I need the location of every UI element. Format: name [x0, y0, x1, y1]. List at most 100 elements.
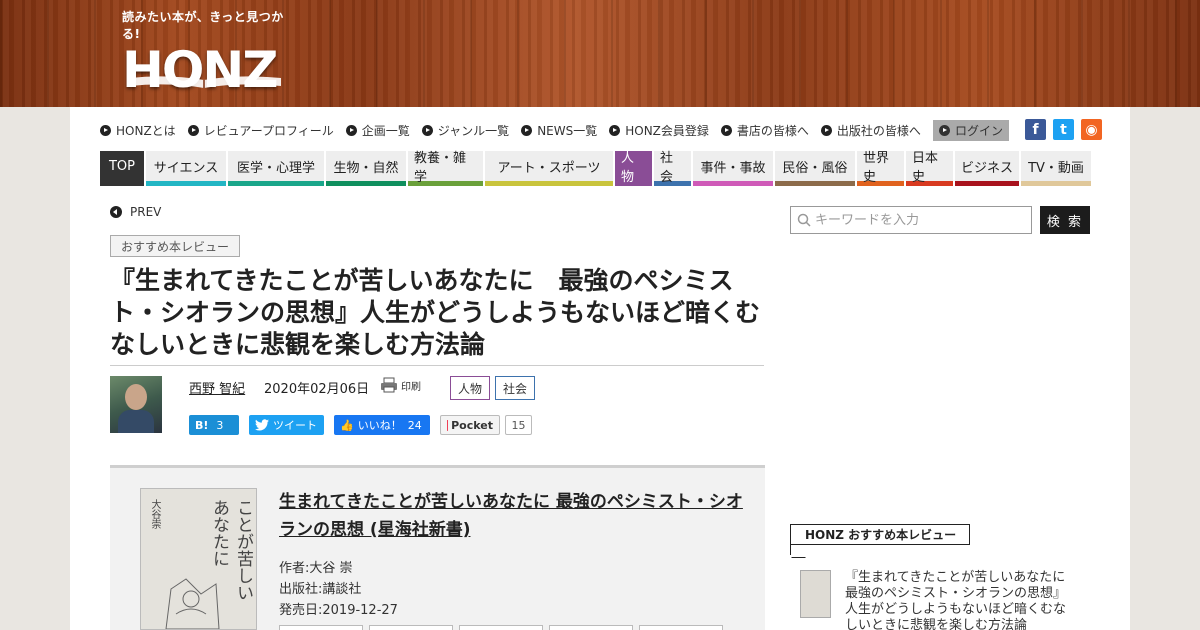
chevron-right-icon [720, 124, 732, 136]
top-navigation: HONZとは レビュアープロフィール 企画一覧 ジャンル一覧 NEWS一覧 HONZ会員登… [100, 119, 1009, 141]
store-button[interactable] [639, 625, 723, 630]
chevron-right-icon [609, 124, 621, 136]
hatena-count: 3 [216, 418, 224, 432]
topnav-item-label: HONZ会員登録 [625, 123, 709, 138]
heading-tail [790, 545, 791, 555]
category-navigation: TOP サイエンス 医学・心理学 生物・自然 教養・雑学 アート・スポーツ 人物 社会 事件・事… [100, 151, 1091, 186]
social-links: f t ◉ [1025, 119, 1102, 140]
topnav-item[interactable]: NEWS一覧 [521, 122, 597, 139]
recommend-thumbnail[interactable] [800, 570, 831, 618]
like-count: 24 [407, 418, 422, 432]
login-button[interactable]: ログイン [932, 119, 1009, 141]
book-title-link[interactable]: 生まれてきたことが苦しいあなたに 最強のペシミスト・シオランの思想 (星海社新書… [279, 488, 749, 544]
prev-label: PREV [130, 205, 162, 219]
category-tab[interactable]: ビジネス [955, 151, 1019, 186]
hatena-bookmark-button[interactable]: B! 3 [189, 415, 239, 435]
pocket-icon [447, 419, 449, 431]
print-button[interactable]: 印刷 [380, 377, 421, 393]
cover-illustration [165, 578, 220, 629]
book-cover[interactable]: 大谷崇 生まれてきたことが苦しいあなたに [140, 488, 257, 630]
topnav-item-label: 企画一覧 [361, 123, 410, 138]
category-tab[interactable]: TOP [100, 151, 144, 186]
chevron-right-icon [938, 124, 950, 136]
article-title: 『生まれてきたことが苦しいあなたに 最強のペシミスト・シオランの思想』人生がどう… [110, 266, 761, 359]
pocket-button[interactable]: Pocket [440, 415, 500, 435]
honz-logo[interactable]: 読みたい本が、きっと見つかる! HONZ [122, 8, 292, 100]
rss-icon[interactable]: ◉ [1081, 119, 1102, 140]
book-meta: 作者:大谷 崇 出版社:講談社 発売日:2019-12-27 [279, 558, 398, 621]
category-tab[interactable]: TV・動画 [1021, 151, 1091, 186]
cover-author: 大谷崇 [149, 499, 160, 529]
like-label: いいね！ [357, 419, 402, 432]
chevron-left-icon [110, 206, 122, 218]
author-name[interactable]: 西野 智紀 [189, 378, 245, 397]
topnav-item-label: 書店の皆様へ [736, 123, 809, 138]
topnav-item-label: HONZとは [116, 123, 176, 138]
pocket-label: Pocket [451, 418, 493, 432]
category-tab[interactable]: 生物・自然 [326, 151, 406, 186]
print-label: 印刷 [401, 381, 421, 393]
topnav-item[interactable]: 出版社の皆様へ [820, 122, 921, 139]
review-badge[interactable]: おすすめ本レビュー [110, 235, 240, 257]
facebook-icon[interactable]: f [1025, 119, 1046, 140]
category-tab[interactable]: 教養・雑学 [408, 151, 483, 186]
chevron-right-icon [345, 124, 357, 136]
tag-jinbutsu[interactable]: 人物 [450, 376, 490, 400]
search-box [790, 206, 1032, 234]
book-publisher: 出版社:講談社 [279, 582, 362, 597]
login-label: ログイン [954, 123, 1003, 138]
topnav-item[interactable]: 書店の皆様へ [720, 122, 809, 139]
category-tab[interactable]: 民俗・風俗 [775, 151, 855, 186]
chevron-right-icon [421, 124, 433, 136]
topnav-item[interactable]: HONZとは [100, 122, 176, 139]
category-tab[interactable]: 事件・事故 [693, 151, 773, 186]
recommend-item-link[interactable]: 『生まれてきたことが苦しいあなたに 最強のペシミスト・シオランの思想』人生がどう… [845, 570, 1078, 630]
category-tab[interactable]: サイエンス [146, 151, 226, 186]
topnav-item[interactable]: HONZ会員登録 [609, 122, 709, 139]
author-avatar[interactable] [110, 376, 162, 433]
recommend-heading: HONZ おすすめ本レビュー [790, 524, 970, 545]
category-tab[interactable]: 日本史 [906, 151, 953, 186]
prev-link[interactable]: PREV [110, 205, 161, 219]
store-button[interactable] [549, 625, 633, 630]
topnav-item-label: ジャンル一覧 [437, 123, 510, 138]
topnav-item[interactable]: ジャンル一覧 [421, 122, 510, 139]
topnav-item-label: NEWS一覧 [537, 123, 598, 138]
publish-date: 2020年02月06日 [264, 382, 370, 397]
printer-icon [381, 377, 397, 393]
facebook-like-button[interactable]: 👍 いいね！ 24 [334, 415, 430, 435]
search-input[interactable] [815, 212, 1015, 228]
category-tab[interactable]: 世界史 [857, 151, 904, 186]
chevron-right-icon [100, 124, 111, 136]
topnav-item-label: 出版社の皆様へ [836, 123, 921, 138]
tweet-label: ツイート [273, 419, 317, 432]
category-tab[interactable]: 人物 [615, 151, 652, 186]
category-tab[interactable]: アート・スポーツ [485, 151, 613, 186]
site-header: 読みたい本が、きっと見つかる! HONZ [0, 0, 1200, 107]
book-icon [130, 76, 281, 88]
topnav-item-label: レビュアープロフィール [203, 123, 334, 138]
tag-shakai[interactable]: 社会 [495, 376, 535, 400]
chevron-right-icon [521, 124, 533, 136]
chevron-right-icon [820, 124, 832, 136]
search-button[interactable]: 検 索 [1040, 206, 1090, 234]
twitter-icon[interactable]: t [1053, 119, 1074, 140]
book-author: 作者:大谷 崇 [279, 561, 353, 576]
thumbs-up-icon: 👍 [340, 418, 354, 432]
category-tab[interactable]: 医学・心理学 [228, 151, 324, 186]
book-release-date: 発売日:2019-12-27 [279, 603, 398, 618]
store-button[interactable] [369, 625, 453, 630]
store-button[interactable] [279, 625, 363, 630]
pocket-count: 15 [505, 415, 532, 435]
store-button[interactable] [459, 625, 543, 630]
search-icon [797, 213, 811, 227]
logo-tagline: 読みたい本が、きっと見つかる! [122, 10, 284, 41]
chevron-right-icon [187, 124, 199, 136]
hatena-icon: B! [195, 418, 209, 432]
twitter-bird-icon [255, 419, 269, 431]
category-tab[interactable]: 社会 [654, 151, 691, 186]
title-divider [110, 365, 764, 366]
tweet-button[interactable]: ツイート [249, 415, 324, 435]
topnav-item[interactable]: レビュアープロフィール [187, 122, 334, 139]
topnav-item[interactable]: 企画一覧 [345, 122, 410, 139]
